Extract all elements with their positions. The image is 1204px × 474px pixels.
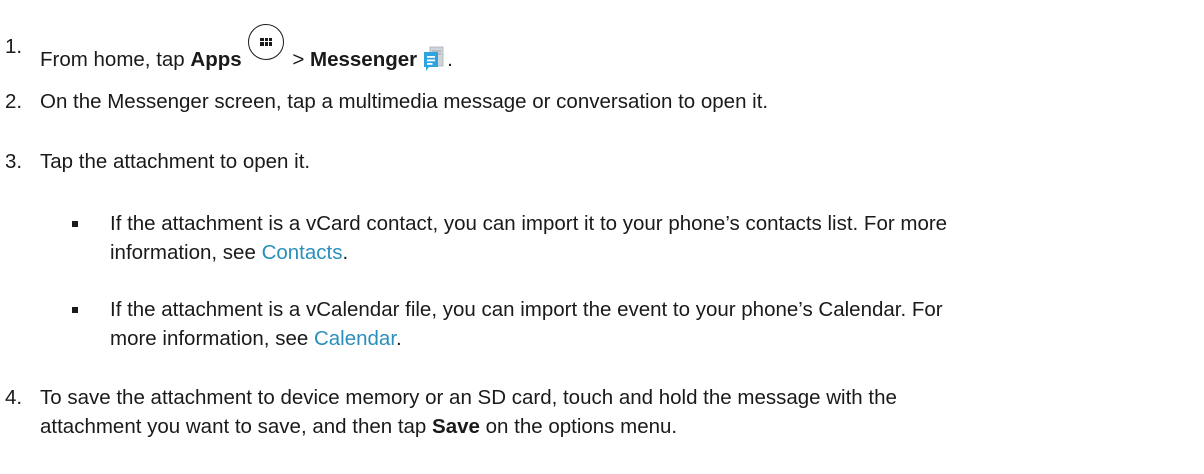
list-item-text-line2: more information, see Calendar. [110,327,402,350]
list-item-text: If the attachment is a vCard contact, yo… [110,212,948,235]
step-text-line2: attachment you want to save, and then ta… [40,415,678,438]
step-1-post: . [447,48,453,71]
step-4: 4. To save the attachment to device memo… [0,384,1204,442]
step-text: Tap the attachment to open it. [40,150,311,173]
list-item-text-line2: information, see Contacts. [110,241,349,264]
step-text: On the Messenger screen, tap a multimedi… [40,90,769,113]
bullet-icon [72,307,78,313]
contacts-link[interactable]: Contacts [262,241,343,264]
step-number: 4. [5,386,23,409]
save-label: Save [432,415,480,438]
apps-grid-icon [247,24,284,60]
step-number: 1. [5,35,23,58]
document: 1. From home, tap Apps > Messenger . 2. … [0,0,1204,474]
list-item: If the attachment is a vCard contact, yo… [0,210,1204,266]
bullet-icon [72,221,78,227]
step-text: To save the attachment to device memory … [40,386,897,409]
list-item-text: If the attachment is a vCalendar file, y… [110,298,943,321]
step-1-pre: From home, tap [40,48,191,71]
separator: > [286,48,311,71]
calendar-link[interactable]: Calendar [314,327,396,350]
step-number: 2. [5,90,23,113]
list-item: If the attachment is a vCalendar file, y… [0,296,1204,352]
messenger-label: Messenger [310,48,418,71]
apps-label: Apps [190,48,242,71]
messenger-icon [423,44,445,78]
step-number: 3. [5,150,23,173]
step-text: From home, tap Apps > Messenger . [40,24,453,78]
